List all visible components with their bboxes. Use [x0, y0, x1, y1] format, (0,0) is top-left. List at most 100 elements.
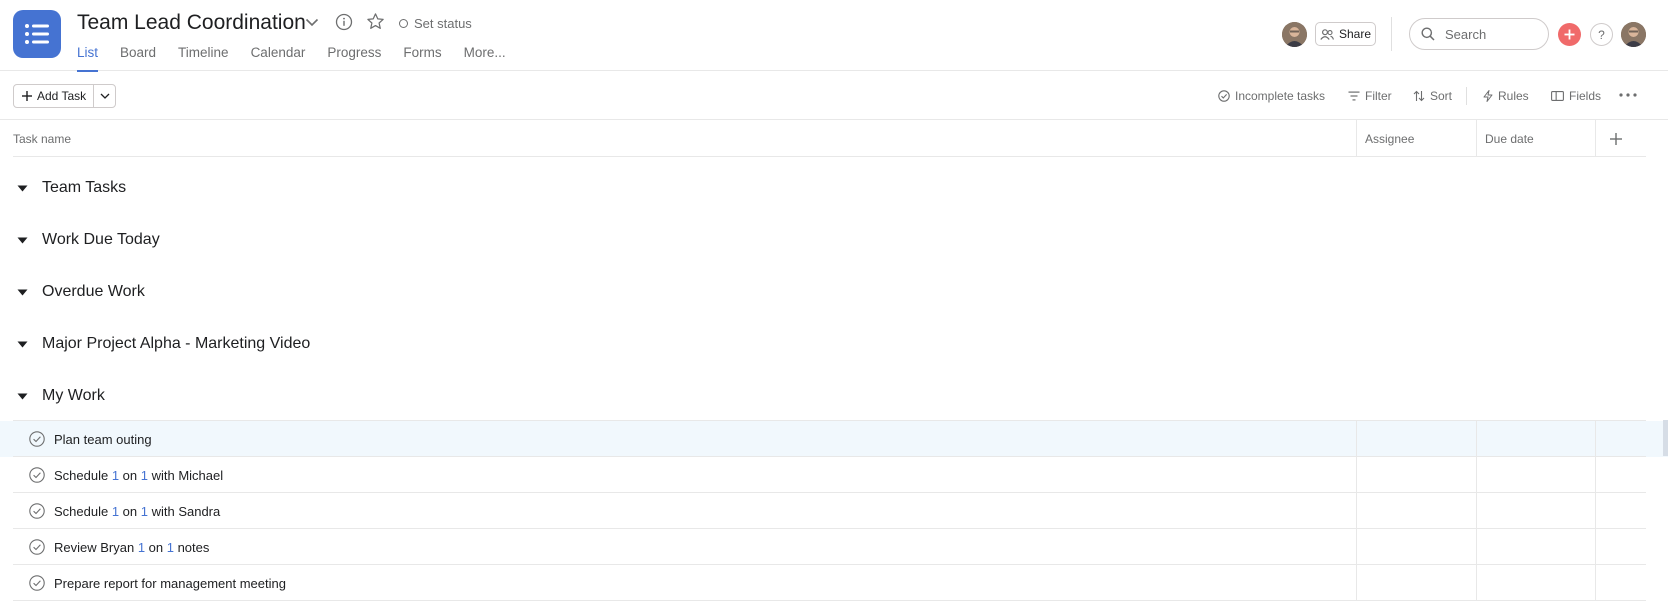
ellipsis-icon	[1619, 93, 1637, 97]
incomplete-tasks-filter[interactable]: Incomplete tasks	[1218, 88, 1325, 104]
cell-divider	[1356, 421, 1357, 457]
scroll-indicator[interactable]	[1663, 420, 1668, 456]
complete-checkmark-icon[interactable]	[29, 575, 45, 591]
project-tabs: List Board Timeline Calendar Progress Fo…	[77, 44, 528, 72]
tab-calendar[interactable]: Calendar	[251, 44, 306, 71]
cell-divider	[1595, 529, 1596, 565]
search-input[interactable]	[1445, 26, 1535, 42]
cell-divider	[1476, 493, 1477, 529]
plus-icon	[1564, 29, 1575, 40]
header-divider	[1391, 17, 1392, 51]
collapse-triangle-icon[interactable]	[15, 341, 29, 348]
project-title[interactable]: Team Lead Coordination	[77, 11, 306, 35]
share-button[interactable]: Share	[1315, 22, 1376, 46]
complete-checkmark-icon[interactable]	[29, 539, 45, 555]
fields-button[interactable]: Fields	[1551, 88, 1601, 104]
task-name[interactable]: Schedule 1 on 1 with Michael	[54, 457, 223, 493]
section-header[interactable]: Major Project Alpha - Marketing Video	[13, 329, 310, 359]
cell-divider	[1356, 457, 1357, 493]
incomplete-tasks-label: Incomplete tasks	[1235, 89, 1326, 103]
tab-board[interactable]: Board	[120, 44, 156, 71]
task-row[interactable]: Plan team outing	[0, 421, 1668, 457]
share-label: Share	[1338, 27, 1372, 41]
toolbar-divider	[1466, 87, 1467, 105]
section-name[interactable]: Work Due Today	[42, 231, 160, 249]
collapse-triangle-icon[interactable]	[15, 237, 29, 244]
members-icon	[1320, 28, 1334, 40]
collapse-triangle-icon[interactable]	[15, 393, 29, 400]
cell-divider	[1356, 565, 1357, 601]
task-name[interactable]: Prepare report for management meeting	[54, 565, 286, 601]
section-header[interactable]: Work Due Today	[13, 225, 160, 255]
check-circle-icon	[1218, 90, 1230, 102]
task-row[interactable]: Schedule 1 on 1 with Sandra	[0, 493, 1668, 529]
column-task-name[interactable]: Task name	[13, 120, 71, 157]
task-name-number: 1	[166, 539, 174, 555]
task-name-number: 1	[140, 467, 148, 483]
tab-forms[interactable]: Forms	[403, 44, 441, 71]
fields-label: Fields	[1569, 89, 1602, 103]
chevron-down-icon	[100, 93, 110, 99]
column-due-date[interactable]: Due date	[1485, 120, 1534, 157]
add-task-button[interactable]: Add Task	[14, 85, 95, 107]
add-task-dropdown[interactable]	[94, 85, 115, 107]
quick-add-button[interactable]	[1558, 23, 1581, 46]
set-status-button[interactable]: Set status	[399, 13, 472, 33]
task-name[interactable]: Plan team outing	[54, 421, 152, 457]
sort-button[interactable]: Sort	[1413, 88, 1452, 104]
star-icon[interactable]	[366, 12, 385, 31]
task-name-text: Prepare report for management meeting	[54, 575, 286, 591]
cell-divider	[1595, 493, 1596, 529]
column-assignee[interactable]: Assignee	[1365, 120, 1414, 157]
user-avatar[interactable]	[1621, 22, 1646, 47]
section-name[interactable]: Team Tasks	[42, 179, 126, 197]
list-icon[interactable]	[13, 10, 61, 58]
task-name-text: with Michael	[147, 467, 224, 483]
section-header[interactable]: My Work	[13, 381, 105, 411]
column-divider[interactable]	[1595, 120, 1596, 157]
task-name[interactable]: Review Bryan 1 on 1 notes	[54, 529, 209, 565]
task-row[interactable]: Schedule 1 on 1 with Michael	[0, 457, 1668, 493]
collapse-triangle-icon[interactable]	[15, 289, 29, 296]
task-row[interactable]: Review Bryan 1 on 1 notes	[0, 529, 1668, 565]
section-name[interactable]: Major Project Alpha - Marketing Video	[42, 335, 310, 353]
task-name-text: Review Bryan	[54, 539, 138, 555]
more-options-button[interactable]	[1619, 87, 1637, 103]
add-column-button[interactable]	[1610, 120, 1622, 157]
list-toolbar: Add Task Incomplete tasks Filter Sort Ru…	[0, 71, 1668, 120]
section-name[interactable]: My Work	[42, 387, 105, 405]
plus-icon	[22, 91, 32, 101]
task-row[interactable]: Prepare report for management meeting	[0, 565, 1668, 601]
rules-button[interactable]: Rules	[1483, 88, 1529, 104]
add-task-label: Add Task	[37, 89, 87, 103]
filter-button[interactable]: Filter	[1348, 88, 1392, 104]
task-row-cells	[13, 529, 1646, 565]
member-avatar[interactable]	[1282, 22, 1307, 47]
column-divider[interactable]	[1356, 120, 1357, 157]
search-box[interactable]	[1409, 18, 1549, 50]
section-name[interactable]: Overdue Work	[42, 283, 145, 301]
complete-checkmark-icon[interactable]	[29, 467, 45, 483]
tab-more[interactable]: More...	[464, 44, 506, 71]
section-header[interactable]: Team Tasks	[13, 173, 126, 203]
task-name-text: Schedule	[54, 503, 112, 519]
chevron-down-icon[interactable]	[304, 14, 320, 30]
filter-label: Filter	[1365, 89, 1392, 103]
column-divider[interactable]	[1476, 120, 1477, 157]
collapse-triangle-icon[interactable]	[15, 185, 29, 192]
task-name[interactable]: Schedule 1 on 1 with Sandra	[54, 493, 220, 529]
tab-list[interactable]: List	[77, 44, 99, 72]
help-button[interactable]: ?	[1590, 23, 1613, 46]
complete-checkmark-icon[interactable]	[29, 431, 45, 447]
tab-progress[interactable]: Progress	[327, 44, 381, 71]
sort-label: Sort	[1430, 89, 1453, 103]
tab-timeline[interactable]: Timeline	[178, 44, 229, 71]
rules-label: Rules	[1498, 89, 1529, 103]
complete-checkmark-icon[interactable]	[29, 503, 45, 519]
task-row-cells	[13, 457, 1646, 493]
task-row-cells	[13, 421, 1646, 457]
cell-divider	[1356, 493, 1357, 529]
info-icon[interactable]	[335, 13, 353, 31]
project-header: Team Lead Coordination Set status List B…	[0, 0, 1668, 72]
section-header[interactable]: Overdue Work	[13, 277, 145, 307]
